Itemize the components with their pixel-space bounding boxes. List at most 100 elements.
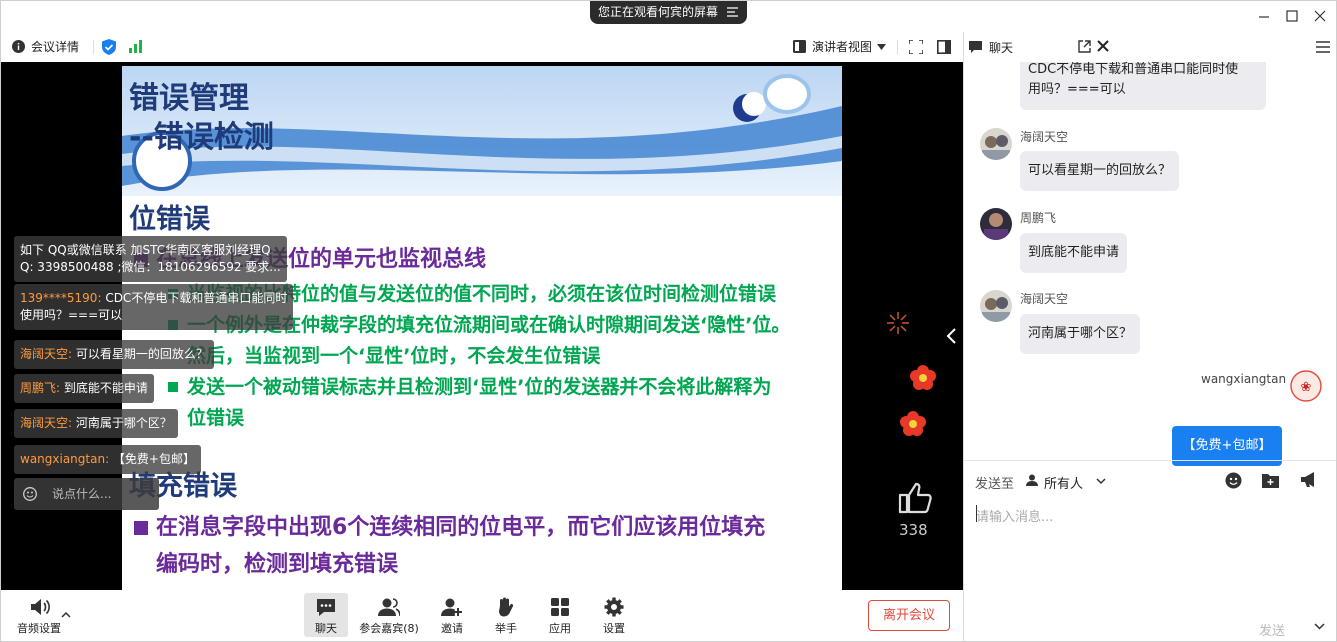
slide-bullet (168, 382, 178, 392)
chat-message-text: 用吗？===可以 (1028, 82, 1126, 97)
chat-icon (969, 41, 982, 53)
participants-button[interactable]: 参会嘉宾(8) (358, 593, 420, 637)
danmaku-item: 周鹏飞: 到底能不能申请 (14, 374, 154, 403)
danmaku-item: wangxiangtan: 【免费+包邮】 (14, 445, 201, 474)
sidebar-toggle-icon[interactable] (937, 40, 951, 54)
close-icon[interactable] (1097, 40, 1109, 52)
view-mode-dropdown[interactable]: 演讲者视图 (812, 39, 872, 55)
apps-label: 应用 (549, 622, 571, 635)
slide-title-line1: 错误管理 (129, 81, 249, 116)
popout-icon[interactable] (1078, 40, 1091, 53)
minimize-icon[interactable] (1257, 9, 1271, 23)
chevron-left-icon[interactable] (945, 326, 959, 346)
add-user-icon (441, 598, 462, 616)
settings-label: 设置 (603, 622, 625, 635)
apps-button[interactable]: 应用 (545, 593, 575, 637)
megaphone-icon[interactable] (1300, 471, 1318, 488)
chat-message-bubble: 可以看星期一的回放么？ (1020, 151, 1180, 191)
danmaku-text: 如下 QQ或微信联系 加STC华南区客服刘经理Q (20, 243, 271, 257)
fullscreen-icon[interactable] (909, 40, 923, 54)
apps-icon (551, 598, 569, 616)
send-button[interactable]: 发送 (1259, 620, 1285, 639)
danmaku-text: CDC不停电下载和普通串口能同时 (101, 291, 288, 305)
danmaku-notice: 如下 QQ或微信联系 加STC华南区客服刘经理Q Q: 3398500488 ;… (14, 236, 287, 282)
danmaku-sender: 海阔天空: (20, 347, 73, 361)
chat-panel: 聊天 CDC不停电下载和普通串口能同时使 用吗？===可以 海阔天空 可以看星期… (963, 32, 1336, 641)
danmaku-item: 139****5190: CDC不停电下载和普通串口能同时 使用吗？===可以 (14, 284, 294, 330)
slide-text: 编码时，检测到填充错误 (156, 552, 399, 577)
emoji-icon[interactable] (1225, 472, 1242, 489)
meeting-window: 您正在观看何宾的屏幕 会议详情 演讲者视图 错误管理 --错误检测 位错误 在总… (0, 0, 1337, 642)
thumbs-up-icon[interactable] (897, 482, 933, 514)
danmaku-text: 河南属于哪个区？ (72, 416, 172, 430)
danmaku-sender: wangxiangtan: (20, 452, 110, 466)
danmaku-input[interactable]: 说点什么... (14, 478, 159, 510)
shield-icon[interactable] (102, 39, 116, 55)
participants-label: 参会嘉宾(8) (359, 622, 419, 635)
raise-hand-button[interactable]: 举手 (491, 593, 521, 637)
signal-icon[interactable] (129, 40, 143, 53)
chat-title: 聊天 (989, 41, 1014, 55)
flower-icon[interactable] (899, 410, 927, 438)
text-cursor (976, 505, 977, 522)
layout-icon (793, 40, 806, 53)
speaker-icon (31, 599, 50, 615)
divider (897, 40, 898, 54)
chat-sender: wangxiangtan (1201, 372, 1287, 386)
send-to-label: 发送至 (975, 477, 1015, 492)
firework-icon (887, 312, 909, 334)
close-icon[interactable] (1313, 9, 1327, 23)
menu-icon[interactable] (1316, 41, 1330, 53)
chat-label: 聊天 (315, 622, 337, 635)
screen-share-notice[interactable]: 您正在观看何宾的屏幕 (590, 1, 747, 24)
flower-icon[interactable] (909, 364, 937, 392)
emoji-icon[interactable] (23, 487, 37, 501)
avatar[interactable] (980, 290, 1012, 322)
slide-section-bit-error: 位错误 (129, 204, 210, 235)
chat-message-text: 到底能不能申请 (1028, 245, 1120, 260)
chat-message-text: 河南属于哪个区？ (1028, 326, 1133, 341)
folder-icon[interactable] (1262, 472, 1279, 488)
chat-compose: 发送至 所有人 请输入消息... 发送 (964, 460, 1336, 641)
audio-settings-label: 音频设置 (17, 622, 61, 635)
shared-screen[interactable]: 错误管理 --错误检测 位错误 在总线上发送位的单元也监视总线 当监视的比特位的… (1, 62, 963, 590)
message-input[interactable]: 请输入消息... (976, 506, 1053, 525)
svg-text:❀: ❀ (1301, 380, 1312, 395)
chat-sender: 海阔天空 (1020, 130, 1069, 144)
slide-text: 位错误 (187, 407, 245, 429)
chevron-up-icon[interactable] (61, 611, 71, 618)
danmaku-text: 【免费+包邮】 (109, 452, 195, 466)
participants-icon (378, 598, 400, 617)
chat-header: 聊天 (964, 32, 1336, 62)
danmaku-text: 可以看星期一的回放么？ (72, 347, 208, 361)
divider (93, 40, 94, 54)
chevron-down-icon (1096, 478, 1106, 485)
maximize-icon[interactable] (1285, 9, 1299, 23)
user-icon (1026, 474, 1038, 486)
slide-title-line2: --错误检测 (129, 120, 274, 155)
invite-label: 邀请 (441, 622, 463, 635)
settings-button[interactable]: 设置 (599, 593, 629, 637)
avatar[interactable] (980, 128, 1012, 160)
chevron-down-icon (877, 44, 886, 50)
chat-button[interactable]: 聊天 (304, 593, 348, 637)
gear-icon (604, 597, 624, 617)
chevron-down-icon[interactable] (1314, 623, 1325, 630)
danmaku-item: 海阔天空: 可以看星期一的回放么？ (14, 340, 214, 369)
chat-icon (317, 599, 335, 616)
slide-text: 然后，当监视到一个‘显性’位时，不会发生位错误 (187, 345, 601, 367)
slide-text: 在消息字段中出现6个连续相同的位电平，而它们应该用位填充 (156, 515, 766, 540)
chat-message-bubble: 到底能不能申请 (1020, 233, 1128, 273)
meeting-details-button[interactable]: 会议详情 (31, 39, 79, 55)
invite-button[interactable]: 邀请 (437, 593, 467, 637)
chat-message-list[interactable]: CDC不停电下载和普通串口能同时使 用吗？===可以 海阔天空 可以看星期一的回… (964, 62, 1336, 490)
screen-share-text: 您正在观看何宾的屏幕 (598, 5, 719, 19)
danmaku-text: 使用吗？===可以 (20, 308, 123, 322)
avatar[interactable] (980, 208, 1012, 240)
leave-meeting-button[interactable]: 离开会议 (868, 600, 950, 631)
raise-hand-label: 举手 (495, 622, 517, 635)
slide-text: 发送一个被动错误标志并且检测到‘显性’位的发送器并不会将此解释为 (187, 376, 772, 398)
avatar[interactable]: ❀ (1290, 370, 1322, 402)
audio-settings-button[interactable]: 音频设置 (13, 593, 65, 637)
danmaku-item: 海阔天空: 河南属于哪个区？ (14, 409, 178, 438)
